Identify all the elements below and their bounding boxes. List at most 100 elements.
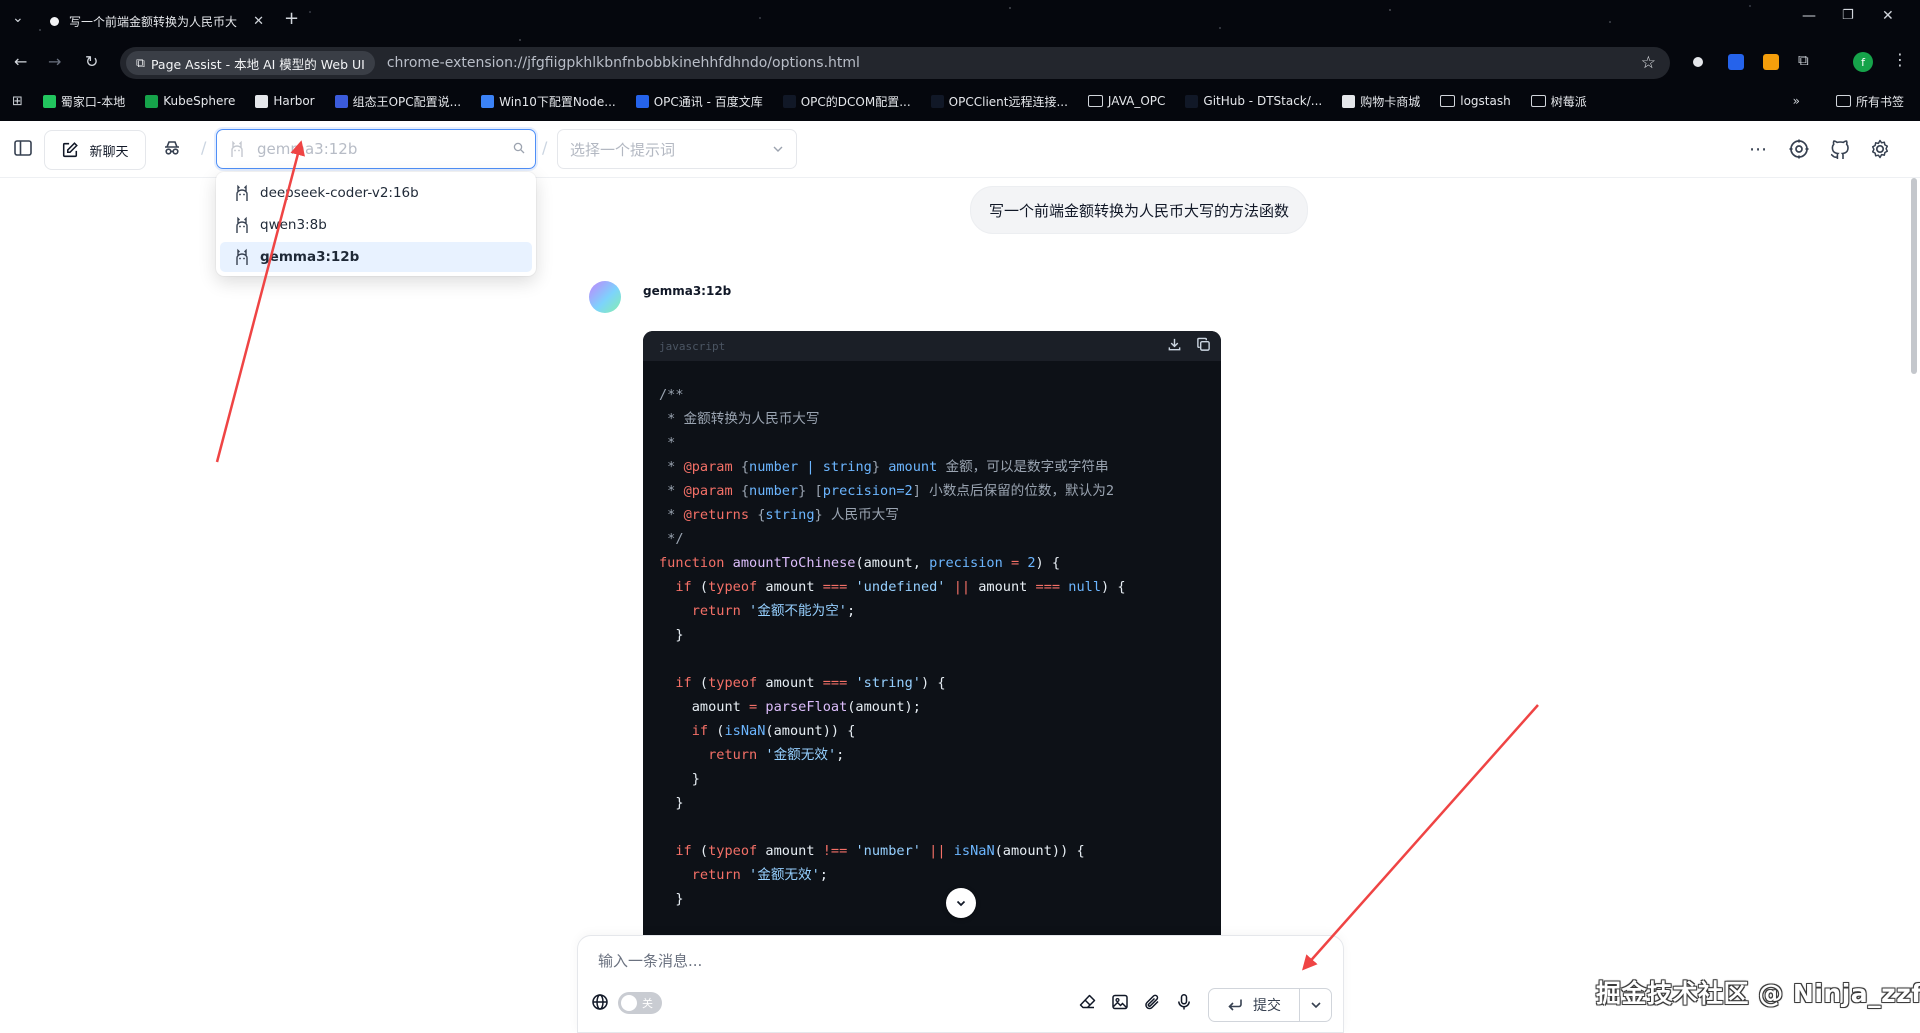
- bookmark-label: 树莓派: [1550, 94, 1587, 109]
- extensions-icon[interactable]: ⧉: [1798, 51, 1809, 69]
- all-bookmarks-label: 所有书签: [1855, 94, 1904, 109]
- url-text[interactable]: chrome-extension://jfgfiigpkhlkbnfnbobbk…: [387, 55, 860, 71]
- browser-tab-active[interactable]: 写一个前端金额转换为人民币大 ✕: [40, 6, 270, 36]
- settings-gear-icon[interactable]: [1867, 136, 1893, 162]
- incognito-icon[interactable]: [160, 136, 184, 160]
- eraser-icon[interactable]: [1078, 992, 1098, 1012]
- profile-avatar[interactable]: f: [1853, 52, 1873, 72]
- code-token: ===: [822, 675, 848, 691]
- bookmark-item[interactable]: 树莓派: [1530, 93, 1587, 110]
- code-token: =: [1002, 555, 1028, 571]
- browser-menu-icon[interactable]: ⋮: [1892, 50, 1908, 69]
- bookmark-item[interactable]: Win10下配置Node...: [481, 93, 616, 110]
- model-option[interactable]: qwen3:8b: [220, 210, 532, 240]
- download-icon[interactable]: [1167, 337, 1182, 356]
- new-chat-button[interactable]: 新聊天: [44, 130, 146, 170]
- code-line: }: [659, 623, 1205, 647]
- bot-name: gemma3:12b: [643, 284, 732, 298]
- ollama-settings-icon[interactable]: [1786, 136, 1812, 162]
- model-option[interactable]: deepseek-coder-v2:16b: [220, 178, 532, 208]
- tab-list-chevron-icon[interactable]: ⌄: [12, 10, 24, 26]
- code-token: '金额无效': [765, 747, 837, 763]
- message-input[interactable]: [596, 946, 1320, 976]
- bookmark-item[interactable]: JAVA_OPC: [1087, 93, 1165, 110]
- bookmark-star-icon[interactable]: ☆: [1641, 53, 1656, 73]
- apps-grid-icon[interactable]: ⊞: [12, 94, 23, 109]
- submit-button-group: 提交: [1208, 988, 1332, 1022]
- extension-orange-icon[interactable]: [1763, 54, 1779, 70]
- breadcrumb-separator: /: [542, 138, 548, 157]
- bookmark-item[interactable]: logstash: [1440, 93, 1511, 110]
- scroll-to-bottom-button[interactable]: [946, 888, 976, 918]
- copy-icon[interactable]: [1196, 337, 1211, 356]
- model-select[interactable]: gemma3:12b: [216, 129, 536, 169]
- bookmark-item[interactable]: GitHub - DTStack/...: [1185, 93, 1322, 110]
- code-token: (amount);: [847, 699, 921, 715]
- code-token: ;: [836, 747, 845, 763]
- chevron-down-icon: [1310, 1002, 1321, 1009]
- bookmark-item[interactable]: Harbor: [255, 93, 315, 110]
- code-token: precision: [929, 555, 1003, 571]
- llama-icon: [229, 140, 245, 158]
- code-line: if (isNaN(amount)) {: [659, 719, 1205, 743]
- bookmark-item[interactable]: 组态王OPC配置说...: [334, 93, 461, 110]
- submit-button[interactable]: 提交: [1209, 989, 1300, 1021]
- minimize-icon[interactable]: —: [1802, 8, 1816, 24]
- site-info-chip[interactable]: ⧉ Page Assist - 本地 AI 模型的 Web UI: [126, 51, 375, 75]
- github-icon[interactable]: [1827, 136, 1853, 162]
- sidebar-toggle-icon[interactable]: [12, 137, 34, 159]
- forward-icon[interactable]: →: [48, 52, 61, 71]
- bookmark-item[interactable]: 蜀家口-本地: [42, 93, 125, 110]
- prompt-select[interactable]: 选择一个提示词: [557, 129, 797, 169]
- bookmark-label: GitHub - DTStack/...: [1203, 94, 1323, 108]
- code-token: ===: [1035, 579, 1061, 595]
- web-search-toggle[interactable]: 关: [618, 992, 662, 1014]
- code-token: } 人民币大写: [814, 507, 899, 523]
- window-close-icon[interactable]: ✕: [1882, 8, 1894, 24]
- reload-icon[interactable]: ↻: [85, 52, 98, 71]
- site-chip-label: Page Assist - 本地 AI 模型的 Web UI: [150, 56, 365, 72]
- tab-close-icon[interactable]: ✕: [253, 14, 264, 29]
- extension-dot-icon[interactable]: [1693, 57, 1703, 67]
- bookmark-favicon-icon: [782, 94, 796, 108]
- code-token: }: [871, 459, 889, 475]
- code-token: /**: [659, 387, 684, 403]
- model-option-label: deepseek-coder-v2:16b: [260, 185, 419, 201]
- attachment-icon[interactable]: [1142, 992, 1162, 1012]
- submit-options-button[interactable]: [1300, 989, 1331, 1021]
- code-token: amount: [970, 579, 1036, 595]
- code-token: (amount,: [855, 555, 930, 571]
- back-icon[interactable]: ←: [14, 52, 27, 71]
- watermark: 掘金技术社区 @ Ninja_zzf: [1596, 979, 1920, 1008]
- llama-icon: [234, 184, 250, 202]
- code-token: */: [659, 531, 684, 547]
- model-option-label: qwen3:8b: [260, 217, 327, 233]
- code-token: *: [659, 483, 684, 499]
- image-upload-icon[interactable]: [1110, 992, 1130, 1012]
- bookmark-item[interactable]: KubeSphere: [145, 93, 235, 110]
- restore-icon[interactable]: ❐: [1842, 8, 1854, 23]
- code-token: ;: [819, 867, 828, 883]
- new-tab-icon[interactable]: +: [284, 8, 299, 29]
- page-scrollbar[interactable]: [1911, 178, 1917, 374]
- code-language-label: javascript: [659, 339, 726, 353]
- bookmark-item[interactable]: OPC的DCOM配置...: [782, 93, 911, 110]
- microphone-icon[interactable]: [1174, 992, 1194, 1012]
- bookmark-item[interactable]: OPCClient远程连接...: [930, 93, 1068, 110]
- bookmark-item[interactable]: 购物卡商城: [1342, 93, 1420, 110]
- extension-translate-icon[interactable]: [1728, 54, 1744, 70]
- code-token: ||: [929, 843, 946, 859]
- address-bar[interactable]: ⧉ Page Assist - 本地 AI 模型的 Web UI chrome-…: [120, 47, 1670, 79]
- globe-icon[interactable]: [590, 992, 610, 1012]
- all-bookmarks-folder[interactable]: 所有书签: [1835, 93, 1904, 110]
- more-bookmarks-icon[interactable]: »: [1793, 94, 1800, 108]
- more-options-icon[interactable]: ⋯: [1746, 137, 1770, 161]
- model-option[interactable]: gemma3:12b: [220, 242, 532, 272]
- code-line: * @param {number} [precision=2] 小数点后保留的位…: [659, 479, 1205, 503]
- bookmark-item[interactable]: OPC通讯 - 百度文库: [635, 93, 763, 110]
- code-line: return '金额无效';: [659, 863, 1205, 887]
- code-token: 金额，可以是数字或字符串: [937, 459, 1109, 475]
- code-token: (: [691, 675, 709, 691]
